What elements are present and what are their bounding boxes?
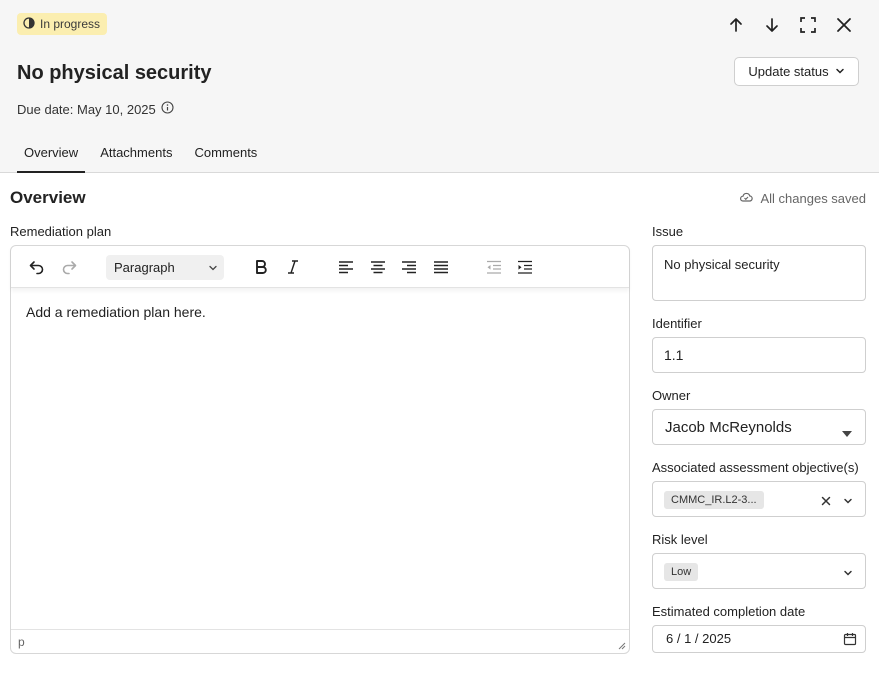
identifier-label: Identifier [652,316,702,331]
element-path: p [18,635,25,649]
info-icon[interactable] [161,101,174,117]
update-status-label: Update status [748,64,829,79]
indent-icon[interactable] [515,257,535,277]
arrow-up-icon[interactable] [725,14,747,36]
outdent-icon[interactable] [484,257,504,277]
in-progress-icon [23,16,35,32]
tab-overview[interactable]: Overview [17,132,86,173]
chevron-down-icon[interactable] [843,565,853,581]
calendar-icon[interactable] [843,632,857,649]
save-status: All changes saved [739,190,866,207]
risk-select[interactable]: Low [652,553,866,589]
section-title: Overview [10,188,86,207]
due-date-text: Due date: May 10, 2025 [17,101,156,117]
identifier-field[interactable]: 1.1 [652,337,866,373]
objective-label: Associated assessment objective(s) [652,460,859,475]
editor-content[interactable]: Add a remediation plan here. [26,304,206,320]
update-status-button[interactable]: Update status [734,57,859,86]
risk-label: Risk level [652,532,708,547]
completion-date-input[interactable]: 6 / 1 / 2025 [652,625,866,653]
save-status-text: All changes saved [760,191,866,206]
header-actions [725,14,855,36]
align-right-icon[interactable] [399,257,419,277]
status-badge: In progress [17,13,108,35]
risk-tag: Low [664,563,699,581]
bold-icon[interactable] [251,257,271,277]
page-title: No physical security [17,62,212,84]
objective-select[interactable]: CMMC_IR.L2-3... [652,481,866,517]
chevron-down-icon[interactable] [843,493,853,509]
align-justify-icon[interactable] [431,257,451,277]
issue-value: No physical security [664,257,780,272]
fullscreen-icon[interactable] [797,14,819,36]
clear-icon[interactable] [821,493,831,509]
cloud-icon [739,190,754,207]
issue-label: Issue [652,224,684,239]
due-date: Due date: May 10, 2025 [17,101,174,117]
editor-toolbar: Paragraph [11,246,629,288]
redo-icon[interactable] [59,257,79,277]
owner-select[interactable]: Jacob McReynolds [652,409,866,445]
arrow-down-icon[interactable] [761,14,783,36]
completion-label: Estimated completion date [652,604,806,619]
undo-icon[interactable] [27,257,47,277]
tab-comments[interactable]: Comments [187,132,264,173]
tab-bar: Overview Attachments Comments [17,132,272,173]
issue-field[interactable]: No physical security [652,245,866,301]
completion-date-value: 6 / 1 / 2025 [666,631,732,646]
tab-attachments[interactable]: Attachments [93,132,179,173]
remediation-editor: Paragraph Add a remediation plan here. p [10,245,630,654]
format-select[interactable]: Paragraph [106,255,224,280]
format-select-value: Paragraph [114,260,175,275]
chevron-down-icon [835,64,845,79]
align-center-icon[interactable] [368,257,388,277]
owner-value: Jacob McReynolds [665,419,792,436]
italic-icon[interactable] [283,257,303,277]
editor-statusbar: p [11,629,629,653]
owner-label: Owner [652,388,691,403]
align-left-icon[interactable] [336,257,356,277]
caret-down-icon [842,424,852,441]
close-icon[interactable] [833,14,855,36]
drawer-header: In progress No physical security Update … [0,0,879,173]
status-text: In progress [40,17,101,31]
remediation-label: Remediation plan [10,224,112,239]
identifier-value: 1.1 [664,347,684,363]
objective-tag[interactable]: CMMC_IR.L2-3... [664,491,764,509]
resize-handle-icon[interactable] [618,642,626,650]
